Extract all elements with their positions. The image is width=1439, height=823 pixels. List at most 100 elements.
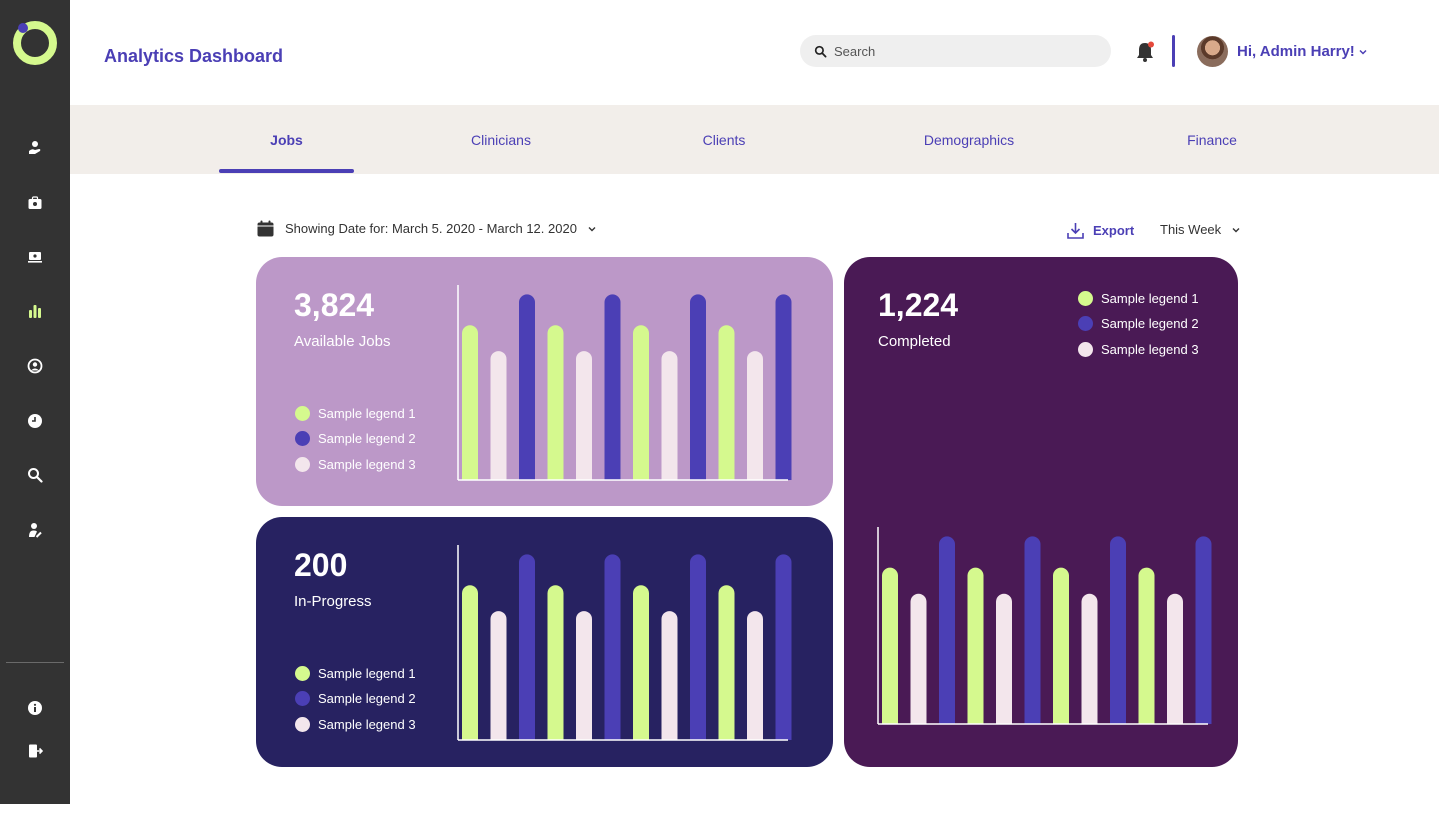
bar-sample-legend-3 bbox=[1081, 593, 1098, 724]
greeting-label: Hi, Admin Harry! bbox=[1237, 43, 1355, 60]
tab-clinicians[interactable]: Clinicians bbox=[451, 105, 551, 174]
legend-label: Sample legend 2 bbox=[318, 691, 416, 707]
chart-legend: Sample legend 1 Sample legend 2 Sample l… bbox=[295, 405, 416, 473]
period-label: This Week bbox=[1160, 222, 1222, 237]
bar-sample-legend-2 bbox=[519, 554, 535, 740]
bar-sample-legend-1 bbox=[633, 585, 649, 740]
bar-sample-legend-2 bbox=[690, 554, 706, 740]
briefcase-icon[interactable] bbox=[22, 190, 48, 216]
bar-chart-icon[interactable] bbox=[22, 298, 48, 324]
bar-sample-legend-2 bbox=[604, 294, 621, 480]
completed-chart bbox=[877, 527, 1212, 725]
bar-sample-legend-3 bbox=[1167, 593, 1183, 724]
legend-item: Sample legend 2 bbox=[1078, 316, 1199, 333]
bar-sample-legend-3 bbox=[661, 611, 678, 740]
legend-swatch bbox=[295, 716, 310, 732]
search-input[interactable] bbox=[834, 43, 1084, 59]
legend-swatch bbox=[1078, 341, 1093, 357]
chevron-down-icon bbox=[588, 226, 596, 231]
logout-icon[interactable] bbox=[22, 738, 48, 764]
bar-sample-legend-3 bbox=[747, 611, 763, 740]
user-circle-icon[interactable] bbox=[22, 353, 48, 379]
search-icon[interactable] bbox=[22, 462, 48, 488]
legend-label: Sample legend 3 bbox=[1101, 341, 1199, 357]
bar-sample-legend-3 bbox=[996, 593, 1012, 724]
legend-item: Sample legend 1 bbox=[295, 665, 416, 682]
bar-sample-legend-2 bbox=[775, 554, 792, 740]
legend-swatch bbox=[1078, 290, 1093, 306]
medical-hand-icon[interactable] bbox=[22, 135, 48, 161]
bar-sample-legend-1 bbox=[1138, 567, 1155, 724]
date-range-label: Showing Date for: March 5. 2020 - March … bbox=[285, 221, 577, 236]
legend-label: Sample legend 2 bbox=[318, 431, 416, 447]
bar-sample-legend-1 bbox=[547, 325, 564, 480]
completed-card: 1,224 Completed Sample legend 1 Sample l… bbox=[844, 257, 1238, 767]
bar-sample-legend-2 bbox=[1110, 536, 1126, 724]
legend-item: Sample legend 3 bbox=[295, 716, 416, 733]
legend-swatch bbox=[1078, 316, 1093, 332]
export-button[interactable]: Export bbox=[1066, 221, 1134, 240]
legend-swatch bbox=[295, 405, 310, 421]
chart-legend: Sample legend 1 Sample legend 2 Sample l… bbox=[295, 665, 416, 733]
user-menu[interactable]: Hi, Admin Harry! bbox=[1237, 43, 1368, 60]
app-root: Analytics Dashboard Hi, Admin Harry! Job… bbox=[0, 0, 1439, 823]
bar-sample-legend-2 bbox=[604, 554, 621, 740]
bar-sample-legend-2 bbox=[1195, 536, 1212, 724]
info-icon[interactable] bbox=[22, 695, 48, 721]
bar-sample-legend-3 bbox=[661, 351, 678, 480]
tab-demographics[interactable]: Demographics bbox=[909, 105, 1029, 174]
bar-sample-legend-1 bbox=[462, 585, 478, 740]
user-edit-icon[interactable] bbox=[22, 517, 48, 543]
app-logo[interactable] bbox=[12, 20, 58, 66]
bar-sample-legend-1 bbox=[462, 325, 478, 480]
bar-sample-legend-3 bbox=[490, 611, 507, 740]
bar-sample-legend-3 bbox=[910, 593, 927, 724]
bar-sample-legend-2 bbox=[1024, 536, 1041, 724]
legend-item: Sample legend 1 bbox=[295, 405, 416, 422]
date-range-picker[interactable]: Showing Date for: March 5. 2020 - March … bbox=[257, 220, 597, 237]
legend-label: Sample legend 1 bbox=[318, 665, 416, 681]
chevron-down-icon bbox=[1232, 227, 1240, 232]
bar-sample-legend-3 bbox=[490, 351, 507, 480]
tab-jobs[interactable]: Jobs bbox=[219, 105, 354, 174]
legend-swatch bbox=[295, 691, 310, 707]
legend-item: Sample legend 2 bbox=[295, 431, 416, 448]
bar-sample-legend-1 bbox=[718, 325, 735, 480]
legend-label: Sample legend 3 bbox=[318, 456, 416, 472]
legend-item: Sample legend 3 bbox=[1078, 341, 1199, 358]
bar-sample-legend-2 bbox=[519, 294, 535, 480]
legend-item: Sample legend 2 bbox=[295, 691, 416, 708]
available-jobs-chart bbox=[457, 285, 792, 481]
period-dropdown[interactable]: This Week bbox=[1160, 222, 1241, 237]
legend-swatch bbox=[295, 665, 310, 681]
bar-sample-legend-1 bbox=[1053, 567, 1069, 724]
tab-finance[interactable]: Finance bbox=[1162, 105, 1262, 174]
header-divider bbox=[1172, 35, 1175, 67]
clock-icon[interactable] bbox=[22, 408, 48, 434]
available-jobs-value: 3,824 bbox=[294, 287, 375, 323]
bar-sample-legend-3 bbox=[576, 611, 592, 740]
legend-label: Sample legend 3 bbox=[318, 716, 416, 732]
bar-sample-legend-1 bbox=[967, 567, 984, 724]
tab-bar: Jobs Clinicians Clients Demographics Fin… bbox=[70, 105, 1439, 174]
sidebar bbox=[0, 0, 70, 804]
monitor-icon[interactable] bbox=[22, 244, 48, 270]
page-title: Analytics Dashboard bbox=[104, 46, 284, 66]
bar-sample-legend-2 bbox=[690, 294, 706, 480]
bar-sample-legend-3 bbox=[747, 351, 763, 480]
notification-bell-icon[interactable] bbox=[1134, 40, 1156, 64]
in-progress-label: In-Progress bbox=[294, 593, 372, 610]
legend-item: Sample legend 3 bbox=[295, 456, 416, 473]
bar-sample-legend-3 bbox=[576, 351, 592, 480]
tab-clients[interactable]: Clients bbox=[674, 105, 774, 174]
bar-sample-legend-1 bbox=[882, 567, 898, 724]
bar-sample-legend-2 bbox=[939, 536, 955, 724]
in-progress-chart bbox=[457, 545, 792, 741]
search-bar[interactable] bbox=[800, 35, 1111, 67]
chart-legend: Sample legend 1 Sample legend 2 Sample l… bbox=[1078, 290, 1199, 358]
completed-label: Completed bbox=[878, 333, 951, 350]
avatar[interactable] bbox=[1197, 36, 1228, 67]
in-progress-card: 200 In-Progress Sample legend 1 Sample l… bbox=[256, 517, 833, 767]
legend-label: Sample legend 1 bbox=[1101, 290, 1199, 306]
search-icon bbox=[814, 45, 827, 57]
